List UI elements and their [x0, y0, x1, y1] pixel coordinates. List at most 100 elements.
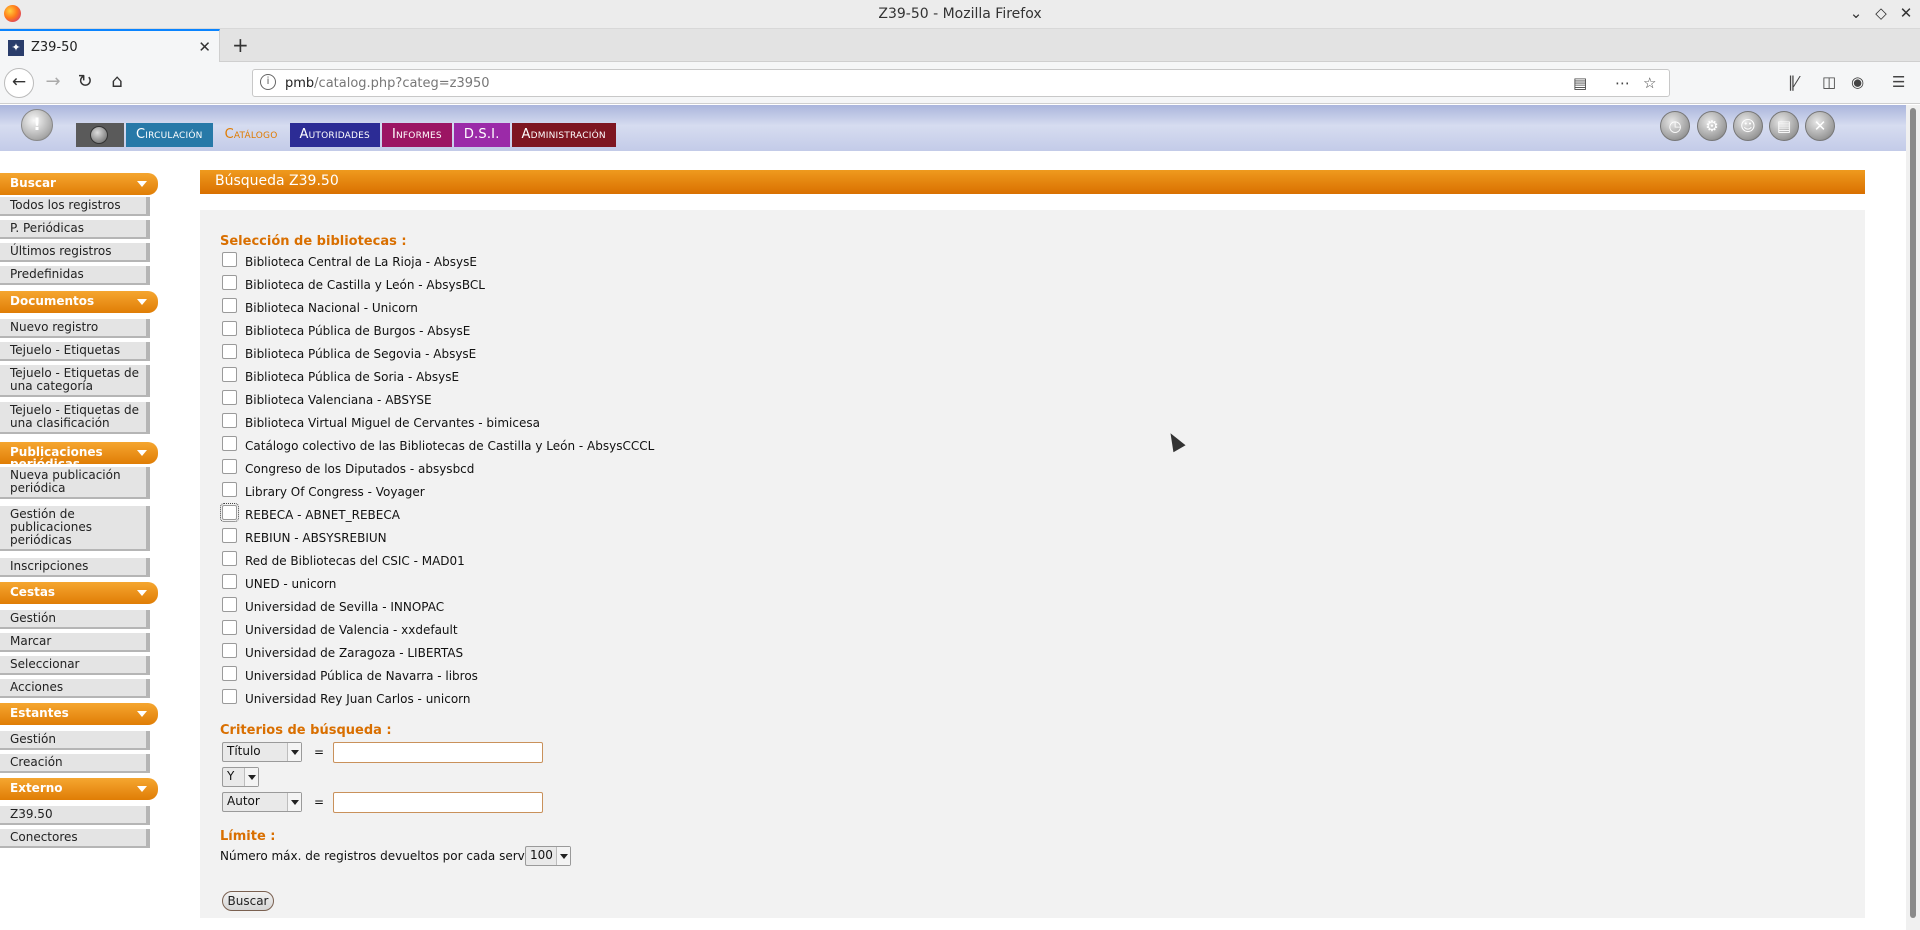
forward-arrow-icon[interactable]: →	[40, 71, 66, 92]
menu-circulacion[interactable]: Circulación	[126, 123, 213, 147]
sidebar-item-estantes-gestion[interactable]: Gestión	[0, 731, 150, 750]
library-label: Library Of Congress - Voyager	[245, 485, 425, 499]
sidebar-section-cestas[interactable]: Cestas	[0, 582, 158, 604]
sidebar-item-gestion-publicaciones[interactable]: Gestión de publicaciones periódicas	[0, 506, 150, 551]
library-checkbox[interactable]	[222, 574, 237, 589]
library-checkbox[interactable]	[222, 367, 237, 382]
menu-informes[interactable]: Informes	[381, 123, 452, 147]
criteria-value1-input[interactable]	[333, 742, 543, 763]
sidebar-item-todos-registros[interactable]: Todos los registros	[0, 197, 150, 216]
window-title: Z39-50 - Mozilla Firefox	[878, 6, 1042, 22]
sidebar-section-buscar[interactable]: Buscar	[0, 173, 158, 195]
library-label: Red de Bibliotecas del CSIC - MAD01	[245, 554, 465, 568]
scrollbar-thumb[interactable]	[1910, 108, 1916, 918]
field2-select[interactable]: Autor	[222, 792, 302, 812]
library-checkbox[interactable]	[222, 482, 237, 497]
tab-close-icon[interactable]: ✕	[198, 38, 211, 56]
library-checkbox[interactable]	[222, 620, 237, 635]
menu-home[interactable]	[76, 123, 124, 147]
close-session-icon[interactable]: ✕	[1805, 111, 1835, 141]
sidebar-item-z3950[interactable]: Z39.50	[0, 806, 150, 825]
bookmark-star-icon[interactable]: ☆	[1643, 74, 1656, 92]
new-tab-icon[interactable]: +	[232, 33, 249, 57]
library-checkbox[interactable]	[222, 689, 237, 704]
sidebar-item-ultimos-registros[interactable]: Últimos registros	[0, 243, 150, 262]
account-icon[interactable]: ◉	[1851, 73, 1864, 91]
document-icon[interactable]: ▤	[1769, 111, 1799, 141]
close-window-icon[interactable]: ✕	[1896, 4, 1916, 22]
sidebar-toggle-icon[interactable]: ◫	[1822, 73, 1836, 91]
browser-tab[interactable]: ✦ Z39-50 ✕	[0, 29, 220, 62]
sidebar-item-predefinidas[interactable]: Predefinidas	[0, 266, 150, 285]
info-icon[interactable]: i	[260, 74, 276, 90]
menu-catalogo[interactable]: Catálogo	[215, 123, 288, 147]
sidebar-item-nuevo-registro[interactable]: Nuevo registro	[0, 319, 150, 338]
reload-icon[interactable]: ↻	[72, 71, 98, 92]
sidebar-item-cestas-gestion[interactable]: Gestión	[0, 610, 150, 629]
library-checkbox[interactable]	[220, 503, 239, 522]
library-checkbox[interactable]	[222, 344, 237, 359]
library-label: REBIUN - ABSYSREBIUN	[245, 531, 387, 545]
sidebar-item-marcar[interactable]: Marcar	[0, 633, 150, 652]
hamburger-menu-icon[interactable]: ☰	[1892, 73, 1905, 91]
menu-administracion[interactable]: Administración	[511, 123, 616, 147]
sidebar-item-tejuelo-etiquetas[interactable]: Tejuelo - Etiquetas	[0, 342, 150, 361]
clock-icon[interactable]: ◷	[1660, 111, 1690, 141]
users-icon[interactable]: ☺	[1733, 111, 1763, 141]
field1-select[interactable]: Título	[222, 742, 302, 762]
sidebar-section-title: Cestas	[10, 585, 56, 599]
menu-dsi[interactable]: D.S.I.	[453, 123, 510, 147]
sidebar-item-tejuelo-clasificacion[interactable]: Tejuelo - Etiquetas de una clasificación	[0, 402, 150, 434]
reader-view-icon[interactable]: ▤	[1573, 74, 1587, 92]
library-checkbox[interactable]	[222, 252, 237, 267]
sidebar-item-creacion[interactable]: Creación	[0, 754, 150, 773]
gear-icon[interactable]: ⚙	[1697, 111, 1727, 141]
app-header: ! Circulación Catálogo Autoridades Infor…	[0, 105, 1906, 151]
field1-select-value: Título	[227, 744, 261, 758]
sidebar-section-documentos[interactable]: Documentos	[0, 291, 158, 313]
back-arrow-icon[interactable]: ←	[4, 68, 34, 98]
library-checkbox[interactable]	[222, 643, 237, 658]
page-scrollbar[interactable]	[1906, 105, 1920, 930]
library-label: Universidad de Sevilla - INNOPAC	[245, 600, 445, 614]
pmb-alert-icon[interactable]: !	[21, 109, 53, 141]
sidebar-section-externo[interactable]: Externo	[0, 778, 158, 800]
criteria-value2-input[interactable]	[333, 792, 543, 813]
library-checkbox[interactable]	[222, 666, 237, 681]
url-bar[interactable]: i pmb/catalog.php?categ=z3950 ▤ ⋯ ☆	[252, 69, 1670, 97]
page-actions-icon[interactable]: ⋯	[1615, 74, 1630, 92]
library-checkbox[interactable]	[222, 390, 237, 405]
sidebar-section-title: Externo	[10, 781, 63, 795]
sidebar-item-nueva-publicacion[interactable]: Nueva publicación periódica	[0, 467, 150, 499]
sidebar-item-periodicas[interactable]: P. Periódicas	[0, 220, 150, 239]
url-path: /catalog.php?categ=z3950	[314, 76, 490, 91]
library-checkbox[interactable]	[222, 321, 237, 336]
library-checkbox[interactable]	[222, 275, 237, 290]
maximize-icon[interactable]: ◇	[1871, 4, 1891, 22]
sidebar-item-conectores[interactable]: Conectores	[0, 829, 150, 848]
library-checkbox[interactable]	[222, 551, 237, 566]
library-checkbox[interactable]	[222, 597, 237, 612]
library-checkbox[interactable]	[222, 459, 237, 474]
search-button[interactable]: Buscar	[222, 891, 274, 911]
library-checkbox[interactable]	[222, 528, 237, 543]
sidebar-section-estantes[interactable]: Estantes	[0, 703, 158, 725]
sidebar-item-inscripciones[interactable]: Inscripciones	[0, 558, 150, 577]
operator-select[interactable]: Y	[222, 767, 259, 787]
field2-select-value: Autor	[227, 794, 260, 808]
sidebar-section-publicaciones[interactable]: Publicaciones periódicas	[0, 442, 158, 464]
sidebar-item-seleccionar[interactable]: Seleccionar	[0, 656, 150, 675]
menu-autoridades[interactable]: Autoridades	[289, 123, 380, 147]
window-titlebar: Z39-50 - Mozilla Firefox ⌄ ◇ ✕	[0, 0, 1920, 29]
library-checkbox[interactable]	[222, 298, 237, 313]
limit-select[interactable]: 100	[525, 846, 571, 866]
home-icon[interactable]: ⌂	[104, 71, 130, 92]
sidebar-item-acciones[interactable]: Acciones	[0, 679, 150, 698]
library-checkbox[interactable]	[222, 413, 237, 428]
library-icon[interactable]: ‖⁄	[1788, 73, 1798, 91]
sidebar-section-title: Buscar	[10, 176, 56, 190]
minimize-icon[interactable]: ⌄	[1846, 4, 1866, 22]
library-checkbox[interactable]	[222, 436, 237, 451]
chevron-down-icon	[137, 450, 147, 456]
sidebar-item-tejuelo-categoria[interactable]: Tejuelo - Etiquetas de una categoría	[0, 365, 150, 397]
